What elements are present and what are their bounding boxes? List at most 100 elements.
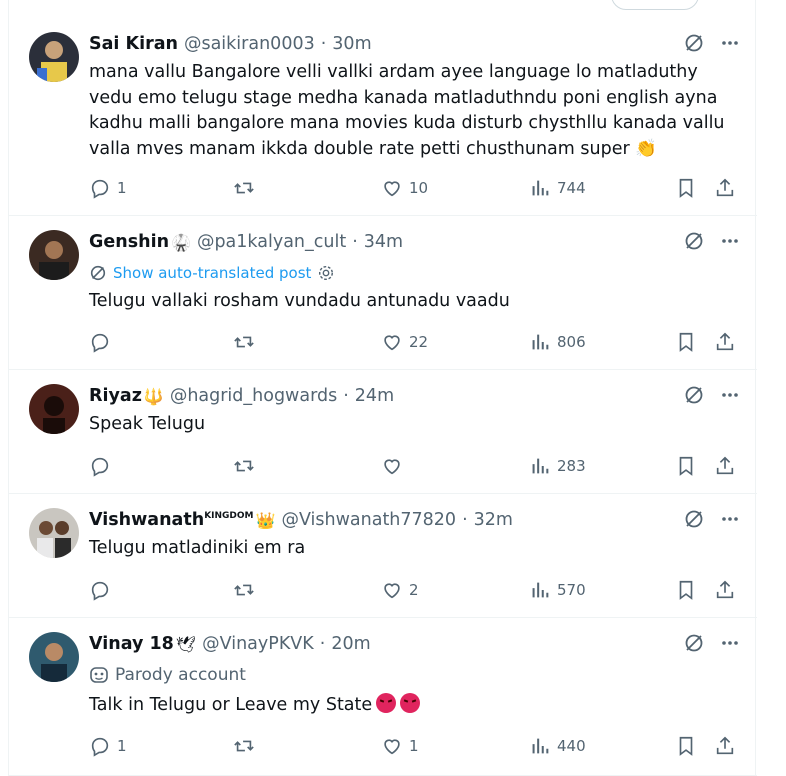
- views-icon: [532, 738, 549, 754]
- avatar[interactable]: [29, 632, 79, 682]
- heart-icon: [384, 459, 400, 475]
- share-icon: [716, 736, 734, 755]
- share-button[interactable]: [714, 578, 736, 602]
- reply-button[interactable]: [89, 578, 117, 602]
- timeline: Sai Kiran @saikiran0003 · 30m mana vallu…: [8, 0, 757, 776]
- view-count: 744: [557, 179, 586, 197]
- grok-icon[interactable]: [683, 384, 705, 406]
- like-button[interactable]: 1: [381, 734, 419, 758]
- repost-button[interactable]: [232, 734, 262, 758]
- reply-icon: [91, 737, 109, 757]
- bookmark-icon: [679, 178, 693, 198]
- settings-icon: [319, 265, 334, 281]
- views-button[interactable]: 570: [529, 578, 586, 602]
- repost-button[interactable]: [232, 330, 262, 354]
- author-handle[interactable]: @pa1kalyan_cult: [197, 232, 346, 252]
- like-button[interactable]: 2: [381, 578, 419, 602]
- tweet[interactable]: Riyaz 🔱 @hagrid_hogwards · 24m Speak Tel…: [9, 370, 757, 494]
- repost-icon: [234, 336, 254, 348]
- repost-button[interactable]: [232, 454, 262, 478]
- share-button[interactable]: [714, 330, 736, 354]
- timestamp[interactable]: 24m: [355, 386, 394, 406]
- more-options-icon[interactable]: [719, 230, 741, 252]
- avatar[interactable]: [29, 384, 79, 434]
- author-handle[interactable]: @VinayPKVK: [202, 634, 314, 654]
- reply-count: 1: [117, 179, 127, 197]
- tweet[interactable]: Sai Kiran @saikiran0003 · 30m mana vallu…: [9, 0, 757, 216]
- tweet[interactable]: Vinay 18 🕊 @VinayPKVK · 20m Parody accou…: [9, 618, 757, 776]
- more-options-icon[interactable]: [719, 508, 741, 530]
- tweet[interactable]: Vishwanath KINGDOM 👑 @Vishwanath77820 · …: [9, 494, 757, 618]
- view-count: 570: [557, 581, 586, 599]
- bookmark-button[interactable]: [675, 734, 697, 758]
- tweet-text: Telugu matladiniki em ra: [89, 538, 306, 558]
- views-button[interactable]: 744: [529, 176, 586, 200]
- repost-icon: [234, 740, 254, 752]
- grok-icon[interactable]: [683, 32, 705, 54]
- repost-icon: [234, 584, 254, 596]
- repost-button[interactable]: [232, 176, 262, 200]
- avatar[interactable]: [29, 508, 79, 558]
- share-button[interactable]: [714, 176, 736, 200]
- auto-translate-link[interactable]: Show auto-translated post: [89, 262, 335, 284]
- separator: ·: [320, 34, 327, 54]
- reply-button[interactable]: [89, 454, 117, 478]
- heart-icon: [384, 739, 400, 755]
- timestamp[interactable]: 20m: [331, 634, 370, 654]
- author-handle[interactable]: @saikiran0003: [184, 34, 315, 54]
- author-handle[interactable]: @hagrid_hogwards: [170, 386, 337, 406]
- timestamp[interactable]: 34m: [364, 232, 403, 252]
- more-options-icon[interactable]: [719, 384, 741, 406]
- author-name[interactable]: Genshin: [89, 232, 169, 252]
- grok-icon[interactable]: [683, 508, 705, 530]
- bookmark-button[interactable]: [675, 330, 697, 354]
- heart-icon: [384, 583, 400, 599]
- bookmark-icon: [679, 456, 693, 476]
- views-button[interactable]: 283: [529, 454, 586, 478]
- tweet[interactable]: Genshin 🥋 @pa1kalyan_cult · 34m Show aut…: [9, 216, 757, 370]
- more-options-icon[interactable]: [719, 32, 741, 54]
- avatar[interactable]: [29, 230, 79, 280]
- reply-button[interactable]: 1: [89, 734, 127, 758]
- share-button[interactable]: [714, 454, 736, 478]
- bookmark-button[interactable]: [675, 578, 697, 602]
- like-button[interactable]: [381, 454, 409, 478]
- author-name[interactable]: Sai Kiran: [89, 34, 178, 54]
- avatar[interactable]: [29, 32, 79, 82]
- tweet-actions: 1 10 744: [89, 176, 749, 200]
- views-button[interactable]: 440: [529, 734, 586, 758]
- share-icon: [716, 332, 734, 351]
- bookmark-icon: [679, 332, 693, 352]
- bookmark-icon: [679, 736, 693, 756]
- bookmark-button[interactable]: [675, 454, 697, 478]
- tweet-text-content: Talk in Telugu or Leave my State: [89, 695, 373, 715]
- angry-face-icon: [376, 693, 397, 713]
- author-name[interactable]: Vishwanath: [89, 510, 204, 530]
- reply-button[interactable]: [89, 330, 117, 354]
- parody-text: Parody account: [115, 665, 246, 685]
- timestamp[interactable]: 32m: [474, 510, 513, 530]
- author-name[interactable]: Riyaz: [89, 386, 142, 406]
- reply-button[interactable]: 1: [89, 176, 127, 200]
- like-button[interactable]: 10: [381, 176, 428, 200]
- views-icon: [532, 180, 549, 196]
- view-count: 440: [557, 737, 586, 755]
- timestamp[interactable]: 30m: [332, 34, 371, 54]
- views-icon: [532, 582, 549, 598]
- tweet-text: Talk in Telugu or Leave my State: [89, 693, 727, 719]
- like-count: 1: [409, 737, 419, 755]
- author-handle[interactable]: @Vishwanath77820: [281, 510, 456, 530]
- tweet-actions: 2 570: [89, 578, 749, 602]
- grok-icon[interactable]: [683, 632, 705, 654]
- separator: ·: [352, 232, 358, 252]
- share-button[interactable]: [714, 734, 736, 758]
- tweet-actions: 283: [89, 454, 749, 478]
- grok-icon[interactable]: [683, 230, 705, 252]
- repost-button[interactable]: [232, 578, 262, 602]
- author-name[interactable]: Vinay 18: [89, 634, 174, 654]
- views-button[interactable]: 806: [529, 330, 586, 354]
- like-button[interactable]: 22: [381, 330, 428, 354]
- bookmark-button[interactable]: [675, 176, 697, 200]
- translate-label[interactable]: Show auto-translated post: [113, 264, 311, 282]
- more-options-icon[interactable]: [719, 632, 741, 654]
